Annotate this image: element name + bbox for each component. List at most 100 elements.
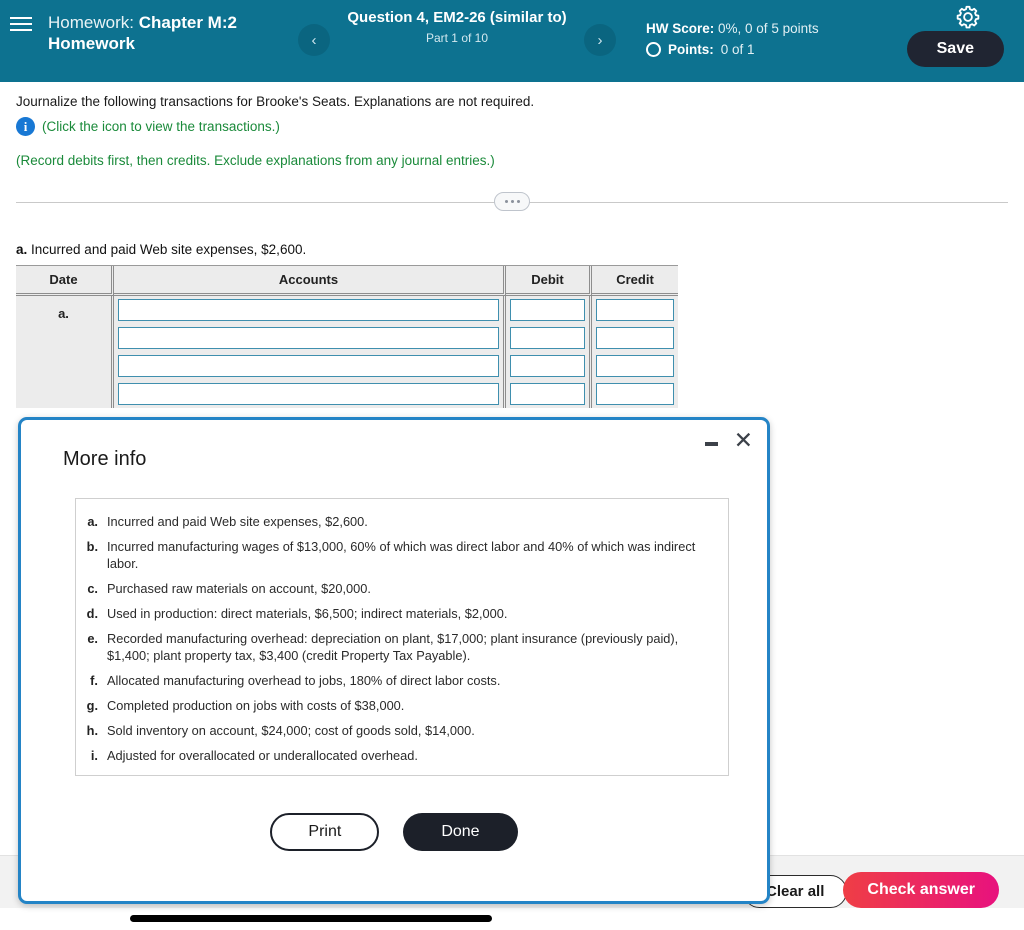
- item-text: Purchased raw materials on account, $20,…: [107, 581, 371, 596]
- item-text: Adjusted for overallocated or underalloc…: [107, 748, 418, 763]
- expand-dots-button[interactable]: [494, 192, 530, 211]
- item-letter: i.: [90, 748, 98, 763]
- more-info-dialog: ✕ More info a. Incurred and paid Web sit…: [18, 417, 770, 904]
- top-header-bar: Homework: Chapter M:2 Homework ‹ Questio…: [0, 0, 1024, 82]
- gear-icon[interactable]: [955, 4, 981, 30]
- column-header-accounts: Accounts: [114, 266, 506, 296]
- points-label: Points:: [668, 42, 714, 57]
- item-letter: b.: [86, 539, 98, 554]
- question-info: Question 4, EM2-26 (similar to) Part 1 o…: [342, 9, 572, 45]
- item-letter: c.: [87, 581, 98, 596]
- item-text: Incurred manufacturing wages of $13,000,…: [107, 539, 696, 571]
- credit-input-1[interactable]: [596, 299, 674, 321]
- check-answer-button[interactable]: Check answer: [843, 872, 999, 908]
- sub-question-text: a. Incurred and paid Web site expenses, …: [0, 214, 1024, 265]
- item-letter: h.: [86, 723, 98, 738]
- item-text: Allocated manufacturing overhead to jobs…: [107, 673, 501, 688]
- hw-score-value: 0%, 0 of 5 points: [718, 21, 819, 36]
- item-letter: g.: [86, 698, 98, 713]
- list-item: d. Used in production: direct materials,…: [84, 605, 714, 622]
- question-title: Question 4, EM2-26 (similar to): [347, 9, 567, 26]
- column-header-date: Date: [16, 266, 114, 296]
- list-item: b. Incurred manufacturing wages of $13,0…: [84, 538, 714, 572]
- hw-score-line: HW Score: 0%, 0 of 5 points: [646, 19, 861, 38]
- sub-question-letter: a.: [16, 242, 28, 257]
- credit-input-3[interactable]: [596, 355, 674, 377]
- row-label-date: a.: [16, 296, 114, 408]
- table-row: a.: [16, 296, 678, 408]
- table-row: [16, 380, 678, 408]
- points-line: Points: 0 of 1: [646, 40, 861, 59]
- cell-credit: [592, 296, 678, 324]
- cell-accounts: [114, 352, 506, 380]
- dot-icon: [516, 200, 520, 203]
- item-text: Used in production: direct materials, $6…: [107, 606, 508, 621]
- accounts-input-4[interactable]: [118, 383, 499, 405]
- dialog-window-controls: ✕: [703, 429, 753, 452]
- cell-debit: [506, 296, 592, 324]
- cell-credit: [592, 380, 678, 408]
- item-text: Recorded manufacturing overhead: depreci…: [107, 631, 679, 663]
- item-letter: f.: [90, 673, 98, 688]
- item-letter: d.: [86, 606, 98, 621]
- accounts-input-1[interactable]: [118, 299, 499, 321]
- list-item: e. Recorded manufacturing overhead: depr…: [84, 630, 714, 664]
- credit-input-2[interactable]: [596, 327, 674, 349]
- accounts-input-3[interactable]: [118, 355, 499, 377]
- question-part: Part 1 of 10: [425, 31, 489, 45]
- list-item: f. Allocated manufacturing overhead to j…: [84, 672, 714, 689]
- table-row: [16, 324, 678, 352]
- points-value: 0 of 1: [720, 42, 755, 57]
- info-hint-text: (Click the icon to view the transactions…: [42, 119, 280, 134]
- dot-icon: [504, 200, 508, 203]
- dialog-title: More info: [63, 448, 147, 470]
- minimize-icon[interactable]: [703, 432, 720, 449]
- save-button[interactable]: Save: [906, 31, 1004, 67]
- cell-debit: [506, 324, 592, 352]
- cell-accounts: [114, 296, 506, 324]
- dialog-footer: Print Done: [21, 813, 767, 851]
- list-item: c. Purchased raw materials on account, $…: [84, 580, 714, 597]
- cell-credit: [592, 352, 678, 380]
- view-transactions-row[interactable]: i (Click the icon to view the transactio…: [0, 111, 1024, 136]
- cell-debit: [506, 352, 592, 380]
- item-text: Incurred and paid Web site expenses, $2,…: [107, 514, 368, 529]
- item-letter: e.: [87, 631, 98, 646]
- column-header-credit: Credit: [592, 266, 678, 296]
- homework-title: Homework: Chapter M:2 Homework: [48, 12, 298, 54]
- hamburger-icon[interactable]: [10, 17, 44, 31]
- horizontal-scrollbar[interactable]: [130, 915, 492, 922]
- app-root: Homework: Chapter M:2 Homework ‹ Questio…: [0, 0, 1024, 930]
- cell-accounts: [114, 380, 506, 408]
- cell-credit: [592, 324, 678, 352]
- info-icon[interactable]: i: [16, 117, 35, 136]
- item-letter: a.: [87, 514, 98, 529]
- credit-input-4[interactable]: [596, 383, 674, 405]
- progress-circle-icon: [646, 42, 661, 57]
- done-button[interactable]: Done: [403, 813, 518, 851]
- next-question-button[interactable]: ›: [584, 24, 616, 56]
- hw-score-label: HW Score:: [646, 21, 715, 36]
- list-item: h. Sold inventory on account, $24,000; c…: [84, 722, 714, 739]
- list-item: i. Adjusted for overallocated or underal…: [84, 747, 714, 764]
- dot-icon: [510, 200, 514, 203]
- question-prompt: Journalize the following transactions fo…: [16, 94, 535, 109]
- debit-input-2[interactable]: [510, 327, 585, 349]
- print-button[interactable]: Print: [270, 813, 380, 851]
- table-header-row: Date Accounts Debit Credit: [16, 266, 678, 296]
- cell-debit: [506, 380, 592, 408]
- item-text: Sold inventory on account, $24,000; cost…: [107, 723, 475, 738]
- accounts-input-2[interactable]: [118, 327, 499, 349]
- prev-question-button[interactable]: ‹: [298, 24, 330, 56]
- journal-entry-table: Date Accounts Debit Credit a.: [16, 265, 678, 408]
- list-item: g. Completed production on jobs with cos…: [84, 697, 714, 714]
- list-item: a. Incurred and paid Web site expenses, …: [84, 513, 714, 530]
- cell-accounts: [114, 324, 506, 352]
- transactions-info-box: a. Incurred and paid Web site expenses, …: [75, 498, 729, 776]
- section-divider: [0, 190, 1024, 214]
- question-body: Journalize the following transactions fo…: [0, 82, 1024, 408]
- close-icon[interactable]: ✕: [734, 429, 753, 452]
- debit-input-1[interactable]: [510, 299, 585, 321]
- debit-input-3[interactable]: [510, 355, 585, 377]
- debit-input-4[interactable]: [510, 383, 585, 405]
